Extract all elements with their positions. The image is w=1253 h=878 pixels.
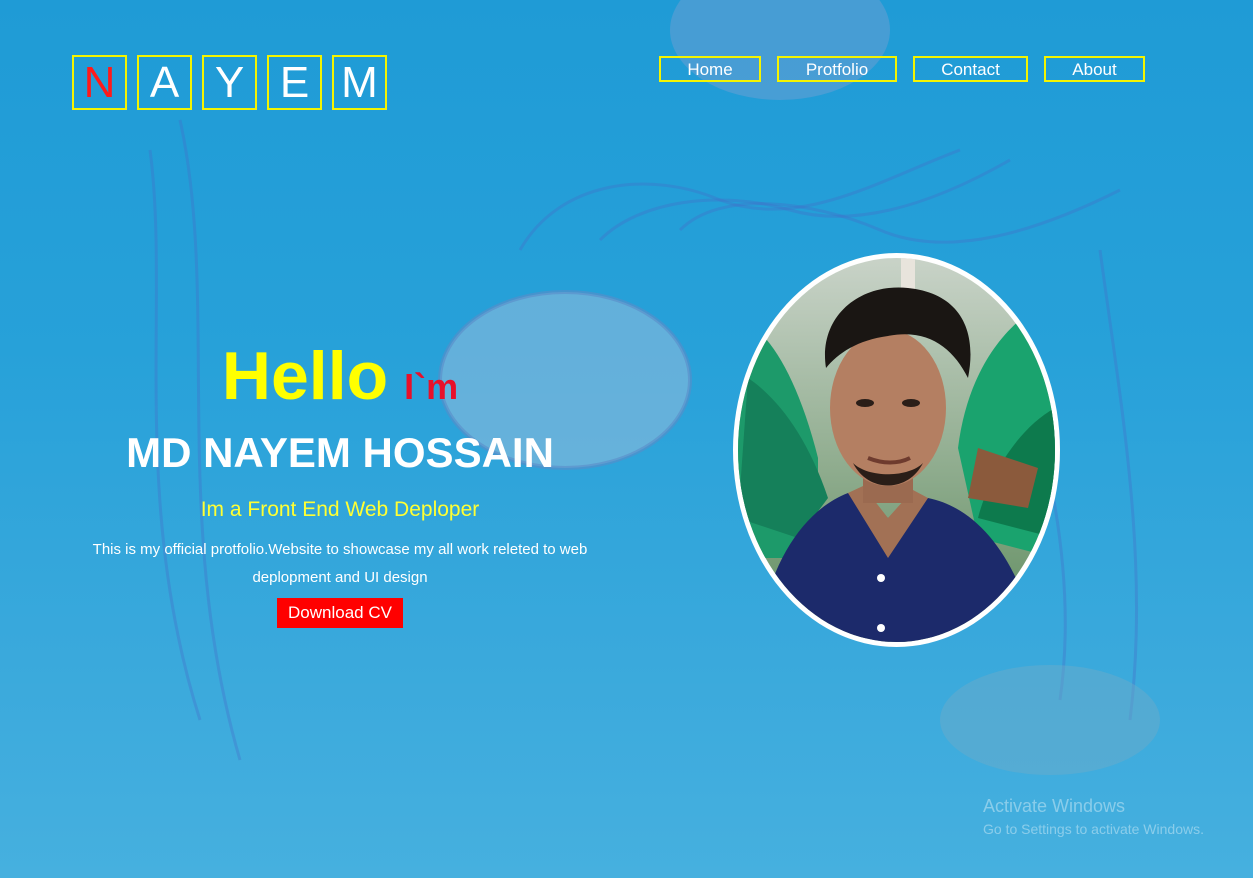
nav-portfolio-link[interactable]: Protfolio (777, 56, 897, 82)
hero-role: Im a Front End Web Deploper (200, 498, 480, 521)
greeting-heading: Hello I`m (80, 330, 600, 422)
nav-contact-link[interactable]: Contact (913, 56, 1028, 82)
hello-text: Hello (221, 338, 389, 414)
logo-letter-n: N (72, 55, 127, 110)
hero-section: Hello I`m MD NAYEM HOSSAIN Im a Front End… (80, 330, 600, 628)
logo-letter-a: A (137, 55, 192, 110)
nav-about-link[interactable]: About (1044, 56, 1145, 82)
portrait-frame (733, 253, 1060, 647)
main-nav: Home Protfolio Contact About (659, 56, 1145, 82)
logo-letter-e: E (267, 55, 322, 110)
hero-description: This is my official protfolio.Website to… (92, 541, 588, 586)
profile-photo (738, 258, 1055, 642)
im-text: I`m (404, 366, 459, 407)
watermark-title: Activate Windows (983, 796, 1126, 816)
watermark-subtitle: Go to Settings to activate Windows. (983, 821, 1204, 837)
windows-activation-watermark: Activate Windows Go to Settings to activ… (983, 795, 1204, 839)
download-cv-button[interactable]: Download CV (277, 598, 403, 628)
logo-letter-m: M (332, 55, 387, 110)
site-logo[interactable]: N A Y E M (72, 55, 387, 110)
nav-home-link[interactable]: Home (659, 56, 761, 82)
hero-name: MD NAYEM HOSSAIN (126, 429, 554, 476)
logo-letter-y: Y (202, 55, 257, 110)
